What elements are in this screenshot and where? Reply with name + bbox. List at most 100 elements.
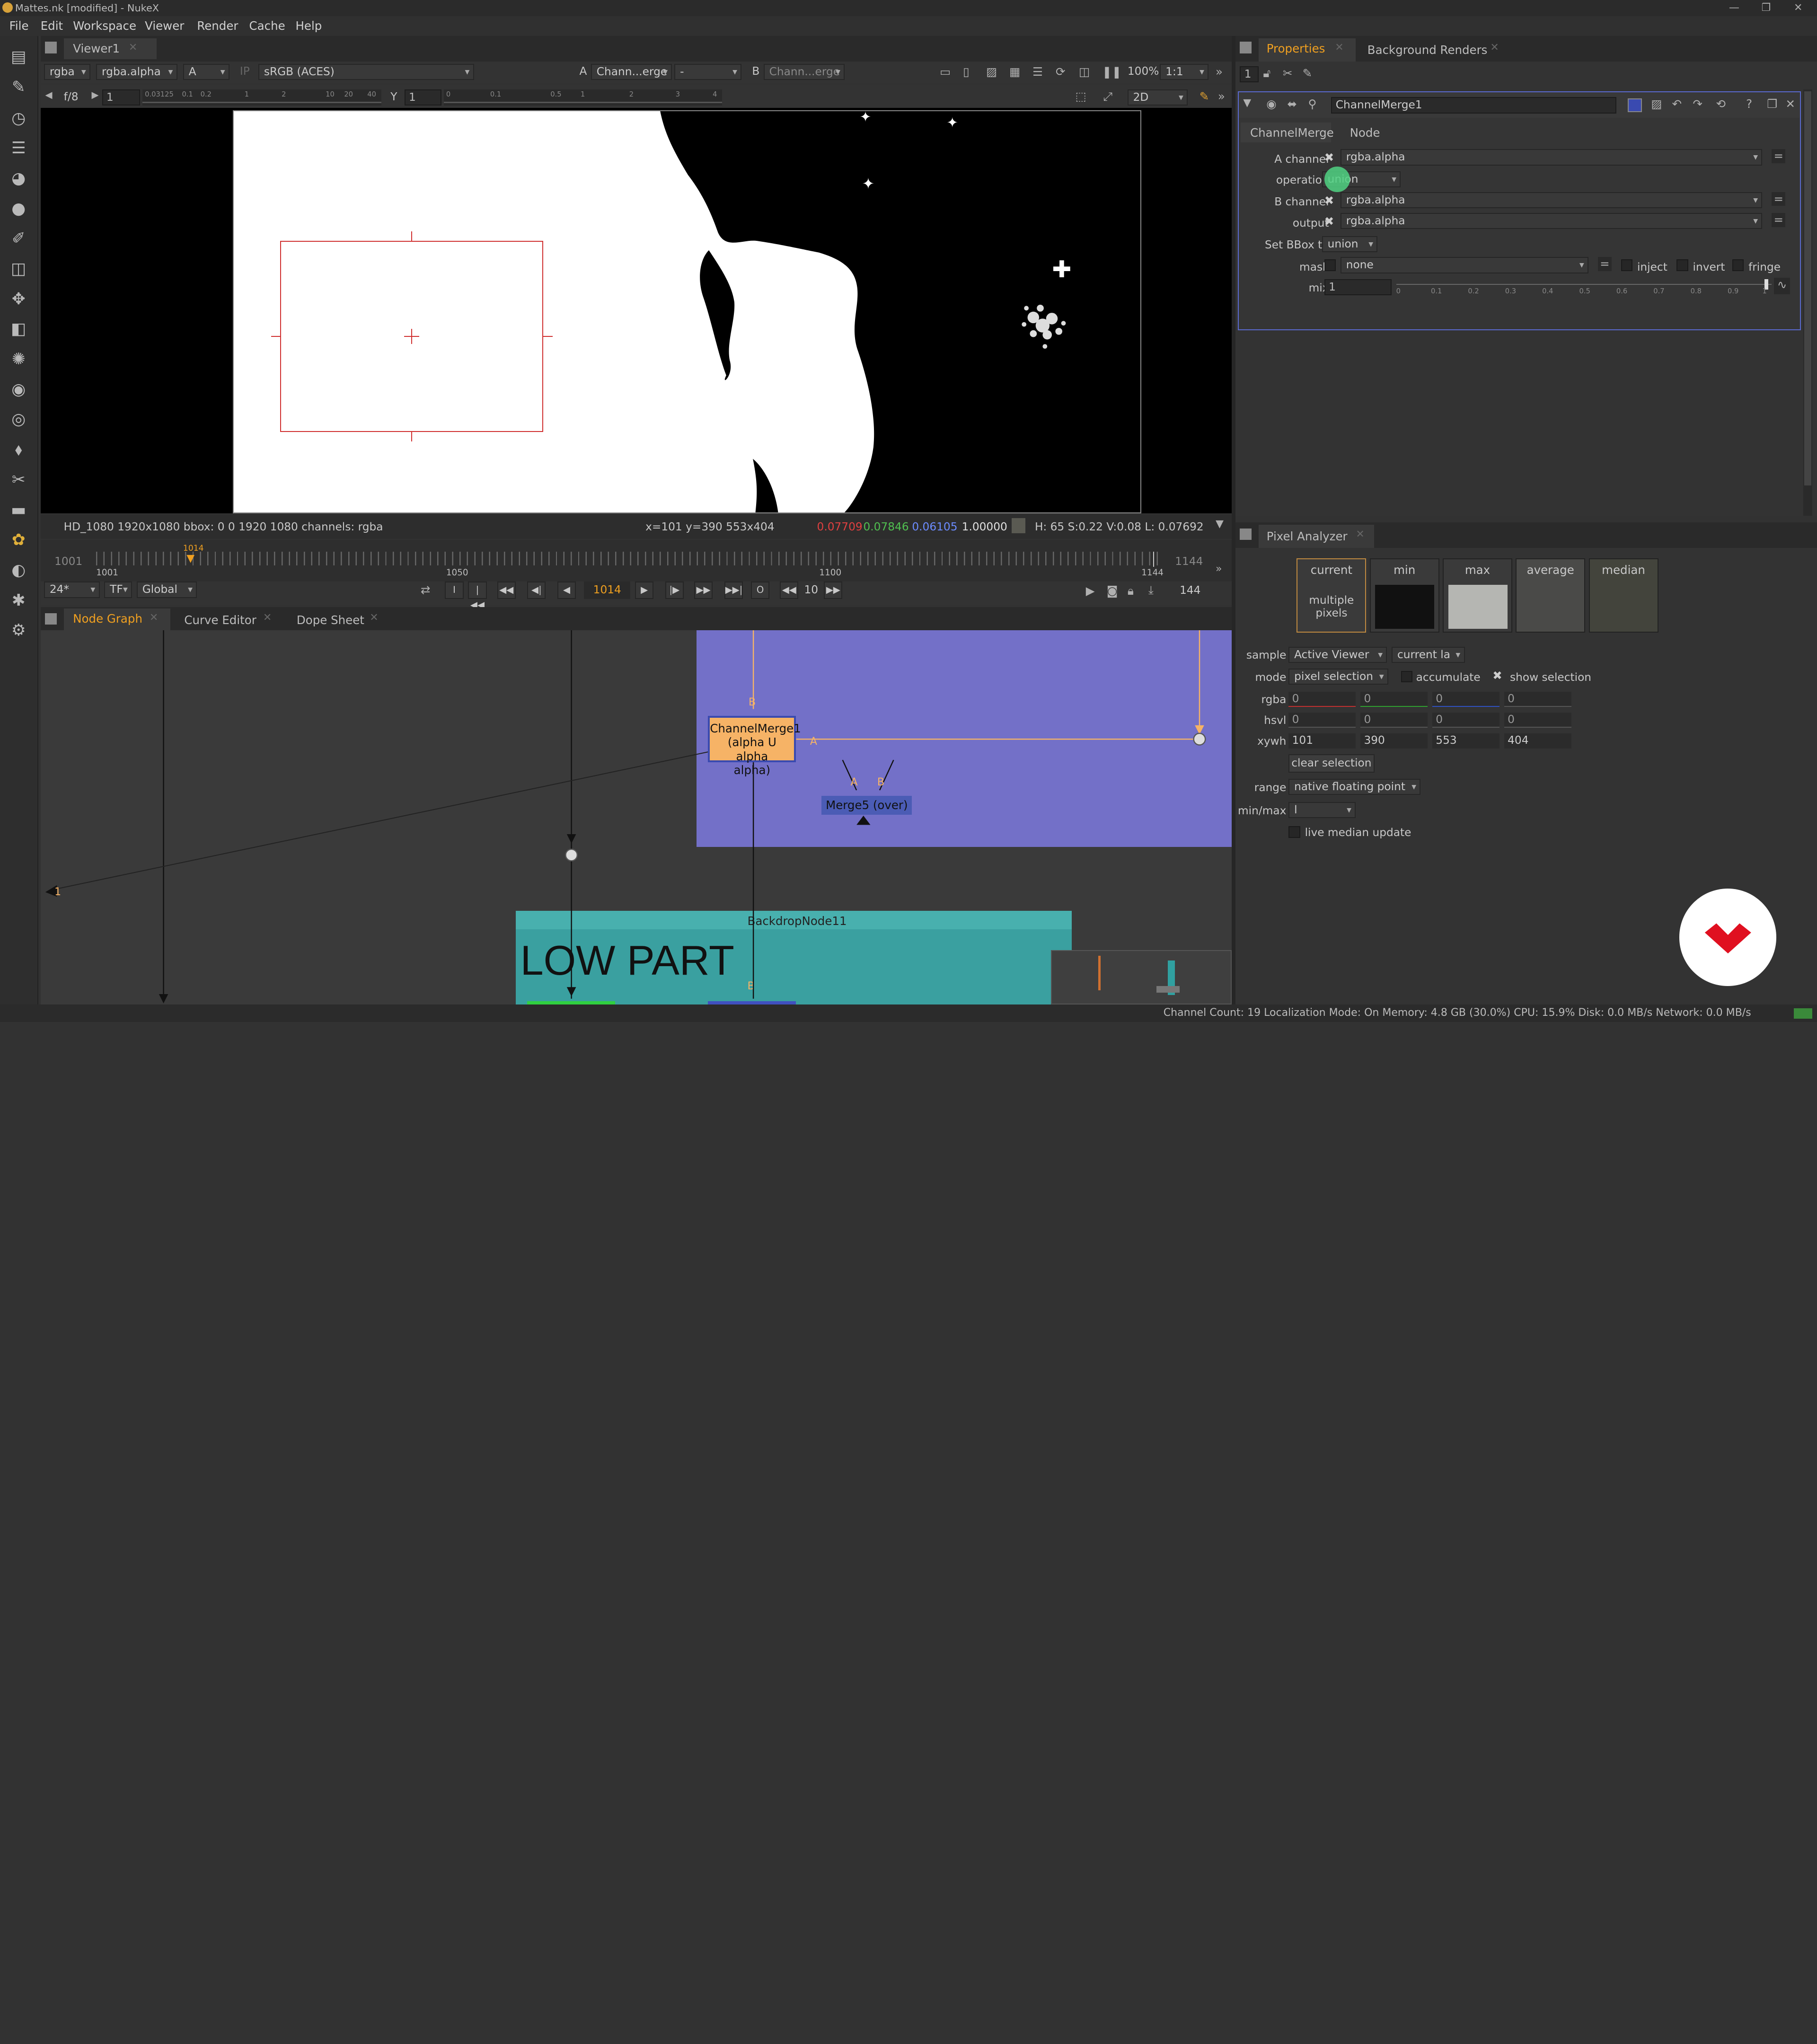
split-icon[interactable]: = — [1772, 149, 1786, 163]
menu-workspace[interactable]: Workspace — [73, 16, 136, 36]
float-icon[interactable]: ❐ — [1767, 97, 1777, 111]
a-channel-dropdown[interactable]: rgba.alpha — [1341, 149, 1763, 166]
menu-help[interactable]: Help — [295, 16, 322, 36]
tab-node-graph[interactable]: Node Graph — [73, 612, 142, 626]
b-channel-enable[interactable]: ✖ — [1324, 194, 1334, 207]
output-dropdown[interactable]: rgba.alpha — [1341, 213, 1763, 229]
close-icon[interactable]: ✕ — [1785, 97, 1795, 111]
current-swatch[interactable]: current multiple pixels — [1297, 558, 1367, 633]
expand-icon[interactable]: » — [1216, 65, 1223, 79]
step-back-button[interactable]: ◀◀ — [780, 581, 799, 599]
min-swatch[interactable]: min — [1369, 558, 1439, 633]
panel-menu-icon[interactable] — [45, 613, 57, 625]
fstop-increase-icon[interactable]: ▶ — [91, 89, 98, 100]
show-selection-checkbox[interactable]: ✖ — [1492, 669, 1502, 682]
sample-layer-dropdown[interactable]: current la — [1392, 646, 1465, 663]
wipe-op-dropdown[interactable]: - — [674, 63, 742, 80]
maximize-icon[interactable]: ❐ — [1761, 0, 1771, 16]
output-enable[interactable]: ✖ — [1324, 214, 1334, 228]
mix-field[interactable]: 1 — [1324, 279, 1392, 296]
close-tab-icon[interactable]: ✕ — [370, 612, 378, 624]
cara-tool-icon[interactable]: ✱ — [8, 590, 29, 611]
accumulate-checkbox[interactable] — [1401, 670, 1413, 683]
export-icon[interactable]: ⤓ — [1148, 583, 1154, 597]
close-tab-icon[interactable]: ✕ — [263, 612, 272, 624]
xywh-w-field[interactable]: 553 — [1432, 733, 1499, 749]
collapse-icon[interactable]: ▼ — [1243, 97, 1251, 109]
frame-count[interactable]: 144 — [1180, 584, 1200, 597]
a-input-dropdown[interactable]: Chann...erge — [591, 63, 672, 80]
median-swatch[interactable]: median — [1588, 558, 1658, 633]
viewer-canvas[interactable]: ✦ ✦ ✦ ✚ — [40, 107, 1232, 513]
ip-label[interactable]: IP — [240, 65, 250, 78]
hsvl-s-field[interactable]: 0 — [1360, 713, 1428, 728]
channel-select-dropdown[interactable]: rgba.alpha — [96, 63, 177, 80]
gpu-icon[interactable]: ◫ — [1079, 65, 1090, 79]
node-graph-canvas[interactable]: BackdropNode11 LOW PART B ChannelMerge1 … — [40, 630, 1232, 1005]
image-tool-icon[interactable]: ▤ — [8, 46, 29, 67]
properties-scrollbar[interactable] — [1803, 89, 1813, 516]
other-tool-icon[interactable]: ▬ — [8, 500, 29, 520]
tab-curve-editor[interactable]: Curve Editor — [184, 613, 256, 627]
undo-icon[interactable]: ↶ — [1672, 97, 1682, 111]
3d-tool-icon[interactable]: ◧ — [8, 318, 29, 339]
xywh-y-field[interactable]: 390 — [1360, 733, 1428, 749]
panel-menu-icon[interactable] — [45, 42, 57, 53]
fstop-value[interactable]: f/8 — [64, 90, 79, 103]
rgba-b-field[interactable]: 0 — [1432, 692, 1499, 707]
a-channel-enable[interactable]: ✖ — [1324, 150, 1334, 164]
rgba-g-field[interactable]: 0 — [1360, 692, 1428, 707]
settings-tool-icon[interactable]: ⚙ — [8, 620, 29, 641]
gain-field[interactable]: 1 — [102, 89, 141, 106]
keyer-tool-icon[interactable]: ✐ — [8, 228, 29, 249]
fringe-checkbox[interactable] — [1732, 259, 1744, 271]
navigator-minimap[interactable] — [1051, 950, 1232, 1005]
step-forward-button[interactable]: ▶▶ — [824, 581, 843, 599]
close-tab-icon[interactable]: ✕ — [129, 42, 137, 53]
draw-tool-icon[interactable]: ✎ — [8, 77, 29, 97]
fstop-decrease-icon[interactable]: ◀ — [45, 89, 52, 100]
mask-checkbox[interactable] — [1324, 259, 1336, 271]
playhead[interactable]: ▼ — [186, 553, 194, 564]
timeline-end[interactable]: 1144 — [1175, 555, 1203, 568]
hsvl-v-field[interactable]: 0 — [1432, 713, 1499, 728]
menu-cache[interactable]: Cache — [249, 16, 285, 36]
node-color-icon[interactable] — [1628, 98, 1642, 113]
merge-tool-icon[interactable]: ◫ — [8, 258, 29, 279]
gain-slider[interactable]: 0.03125 0.1 0.2 1 2 10 20 40 — [142, 89, 381, 106]
safe-area-icon[interactable]: ▯ — [963, 65, 969, 79]
edit-icon[interactable]: ✎ — [1303, 66, 1313, 80]
colorspace-dropdown[interactable]: sRGB (ACES) — [258, 63, 474, 80]
in-point-button[interactable]: I — [445, 581, 464, 599]
hsvl-l-field[interactable]: 0 — [1504, 713, 1571, 728]
paint-icon[interactable]: ✎ — [1200, 89, 1209, 103]
channelmerge1-node[interactable]: ChannelMerge1 (alpha U alpha alpha) — [708, 716, 801, 777]
expand-icon-2[interactable]: » — [1218, 89, 1225, 103]
split-icon[interactable]: = — [1772, 192, 1786, 206]
out-point-button[interactable]: O — [750, 581, 770, 599]
global-dropdown[interactable]: Global — [136, 581, 197, 598]
deep-tool-icon[interactable]: ◉ — [8, 379, 29, 400]
selection-icon[interactable]: ⬚ — [1076, 89, 1086, 103]
proxy-icon[interactable]: ▦ — [1009, 65, 1020, 79]
viewer-icon[interactable]: ◉ — [1266, 97, 1276, 111]
ratio-dropdown[interactable]: 1:1 — [1160, 63, 1209, 80]
max-swatch[interactable]: max — [1443, 558, 1512, 633]
b-channel-dropdown[interactable]: rgba.alpha — [1341, 192, 1763, 209]
close-tab-icon[interactable]: ✕ — [1335, 42, 1343, 53]
menu-viewer[interactable]: Viewer — [145, 16, 184, 36]
current-frame-field[interactable]: 1014 — [584, 581, 631, 599]
sample-dropdown[interactable]: Active Viewer — [1288, 646, 1387, 663]
timeline[interactable]: 1001 1144 1001 1050 1100 1144 1014 ▼ » — [40, 540, 1232, 582]
hsvl-h-field[interactable]: 0 — [1288, 713, 1356, 728]
minmax-dropdown[interactable]: l — [1288, 802, 1356, 818]
set-bbox-dropdown[interactable]: union — [1322, 236, 1378, 253]
timeline-expand-icon[interactable]: » — [1216, 563, 1222, 575]
live-median-checkbox[interactable] — [1288, 826, 1300, 838]
xywh-h-field[interactable]: 404 — [1504, 733, 1571, 749]
metadata-tool-icon[interactable]: ⬧ — [8, 439, 29, 460]
out-point[interactable] — [1153, 551, 1155, 567]
roi-icon[interactable]: ▭ — [940, 65, 951, 79]
help-icon[interactable]: ? — [1746, 97, 1752, 111]
color-pick-icon[interactable]: ▨ — [1651, 97, 1662, 111]
